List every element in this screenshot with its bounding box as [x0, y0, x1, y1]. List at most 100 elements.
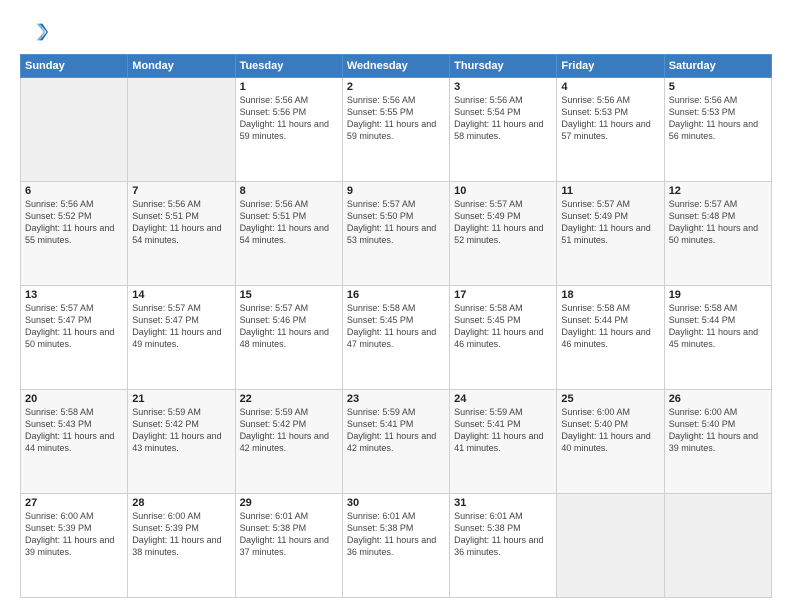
calendar-cell-17: 17Sunrise: 5:58 AMSunset: 5:45 PMDayligh…: [450, 286, 557, 390]
day-number: 7: [132, 185, 230, 197]
day-number: 28: [132, 497, 230, 509]
calendar-cell-empty: [557, 494, 664, 598]
weekday-header-thursday: Thursday: [450, 55, 557, 78]
day-info: Sunrise: 5:57 AMSunset: 5:50 PMDaylight:…: [347, 198, 445, 247]
calendar-week-3: 20Sunrise: 5:58 AMSunset: 5:43 PMDayligh…: [21, 390, 772, 494]
day-number: 29: [240, 497, 338, 509]
day-info: Sunrise: 5:57 AMSunset: 5:49 PMDaylight:…: [454, 198, 552, 247]
day-number: 27: [25, 497, 123, 509]
day-info: Sunrise: 6:01 AMSunset: 5:38 PMDaylight:…: [347, 510, 445, 559]
calendar-cell-30: 30Sunrise: 6:01 AMSunset: 5:38 PMDayligh…: [342, 494, 449, 598]
calendar-cell-15: 15Sunrise: 5:57 AMSunset: 5:46 PMDayligh…: [235, 286, 342, 390]
calendar-cell-12: 12Sunrise: 5:57 AMSunset: 5:48 PMDayligh…: [664, 182, 771, 286]
calendar-cell-21: 21Sunrise: 5:59 AMSunset: 5:42 PMDayligh…: [128, 390, 235, 494]
day-number: 10: [454, 185, 552, 197]
calendar-cell-24: 24Sunrise: 5:59 AMSunset: 5:41 PMDayligh…: [450, 390, 557, 494]
calendar-cell-5: 5Sunrise: 5:56 AMSunset: 5:53 PMDaylight…: [664, 78, 771, 182]
day-number: 3: [454, 81, 552, 93]
page: SundayMondayTuesdayWednesdayThursdayFrid…: [0, 0, 792, 612]
day-number: 16: [347, 289, 445, 301]
day-info: Sunrise: 5:56 AMSunset: 5:51 PMDaylight:…: [132, 198, 230, 247]
calendar-cell-empty: [664, 494, 771, 598]
day-info: Sunrise: 5:58 AMSunset: 5:44 PMDaylight:…: [669, 302, 767, 351]
day-info: Sunrise: 5:59 AMSunset: 5:42 PMDaylight:…: [240, 406, 338, 455]
calendar-cell-2: 2Sunrise: 5:56 AMSunset: 5:55 PMDaylight…: [342, 78, 449, 182]
day-info: Sunrise: 6:00 AMSunset: 5:39 PMDaylight:…: [25, 510, 123, 559]
day-info: Sunrise: 5:56 AMSunset: 5:52 PMDaylight:…: [25, 198, 123, 247]
logo-icon: [20, 18, 48, 46]
day-info: Sunrise: 6:01 AMSunset: 5:38 PMDaylight:…: [454, 510, 552, 559]
day-number: 2: [347, 81, 445, 93]
calendar-cell-empty: [21, 78, 128, 182]
calendar-cell-6: 6Sunrise: 5:56 AMSunset: 5:52 PMDaylight…: [21, 182, 128, 286]
calendar-cell-11: 11Sunrise: 5:57 AMSunset: 5:49 PMDayligh…: [557, 182, 664, 286]
day-number: 24: [454, 393, 552, 405]
calendar-cell-19: 19Sunrise: 5:58 AMSunset: 5:44 PMDayligh…: [664, 286, 771, 390]
day-number: 19: [669, 289, 767, 301]
day-info: Sunrise: 5:58 AMSunset: 5:43 PMDaylight:…: [25, 406, 123, 455]
day-number: 25: [561, 393, 659, 405]
weekday-header-monday: Monday: [128, 55, 235, 78]
day-info: Sunrise: 6:01 AMSunset: 5:38 PMDaylight:…: [240, 510, 338, 559]
day-number: 9: [347, 185, 445, 197]
day-number: 21: [132, 393, 230, 405]
day-info: Sunrise: 5:58 AMSunset: 5:44 PMDaylight:…: [561, 302, 659, 351]
calendar-cell-20: 20Sunrise: 5:58 AMSunset: 5:43 PMDayligh…: [21, 390, 128, 494]
day-number: 18: [561, 289, 659, 301]
logo: [20, 18, 52, 46]
day-number: 8: [240, 185, 338, 197]
weekday-header-sunday: Sunday: [21, 55, 128, 78]
calendar-cell-26: 26Sunrise: 6:00 AMSunset: 5:40 PMDayligh…: [664, 390, 771, 494]
day-number: 15: [240, 289, 338, 301]
day-info: Sunrise: 5:56 AMSunset: 5:51 PMDaylight:…: [240, 198, 338, 247]
day-number: 14: [132, 289, 230, 301]
calendar-cell-4: 4Sunrise: 5:56 AMSunset: 5:53 PMDaylight…: [557, 78, 664, 182]
day-number: 17: [454, 289, 552, 301]
day-number: 1: [240, 81, 338, 93]
weekday-header-row: SundayMondayTuesdayWednesdayThursdayFrid…: [21, 55, 772, 78]
weekday-header-saturday: Saturday: [664, 55, 771, 78]
calendar-cell-1: 1Sunrise: 5:56 AMSunset: 5:56 PMDaylight…: [235, 78, 342, 182]
day-number: 20: [25, 393, 123, 405]
day-info: Sunrise: 6:00 AMSunset: 5:40 PMDaylight:…: [669, 406, 767, 455]
day-info: Sunrise: 5:57 AMSunset: 5:48 PMDaylight:…: [669, 198, 767, 247]
day-info: Sunrise: 5:57 AMSunset: 5:47 PMDaylight:…: [132, 302, 230, 351]
calendar-cell-28: 28Sunrise: 6:00 AMSunset: 5:39 PMDayligh…: [128, 494, 235, 598]
calendar-cell-31: 31Sunrise: 6:01 AMSunset: 5:38 PMDayligh…: [450, 494, 557, 598]
calendar-cell-13: 13Sunrise: 5:57 AMSunset: 5:47 PMDayligh…: [21, 286, 128, 390]
day-number: 13: [25, 289, 123, 301]
day-number: 5: [669, 81, 767, 93]
day-number: 31: [454, 497, 552, 509]
calendar-cell-16: 16Sunrise: 5:58 AMSunset: 5:45 PMDayligh…: [342, 286, 449, 390]
day-info: Sunrise: 5:57 AMSunset: 5:49 PMDaylight:…: [561, 198, 659, 247]
day-number: 4: [561, 81, 659, 93]
day-number: 22: [240, 393, 338, 405]
day-number: 12: [669, 185, 767, 197]
calendar-cell-27: 27Sunrise: 6:00 AMSunset: 5:39 PMDayligh…: [21, 494, 128, 598]
calendar-cell-9: 9Sunrise: 5:57 AMSunset: 5:50 PMDaylight…: [342, 182, 449, 286]
day-info: Sunrise: 5:56 AMSunset: 5:56 PMDaylight:…: [240, 94, 338, 143]
calendar-cell-18: 18Sunrise: 5:58 AMSunset: 5:44 PMDayligh…: [557, 286, 664, 390]
day-number: 23: [347, 393, 445, 405]
calendar-cell-3: 3Sunrise: 5:56 AMSunset: 5:54 PMDaylight…: [450, 78, 557, 182]
calendar-cell-8: 8Sunrise: 5:56 AMSunset: 5:51 PMDaylight…: [235, 182, 342, 286]
day-info: Sunrise: 5:59 AMSunset: 5:41 PMDaylight:…: [347, 406, 445, 455]
weekday-header-tuesday: Tuesday: [235, 55, 342, 78]
weekday-header-wednesday: Wednesday: [342, 55, 449, 78]
day-number: 11: [561, 185, 659, 197]
day-number: 26: [669, 393, 767, 405]
day-info: Sunrise: 5:59 AMSunset: 5:41 PMDaylight:…: [454, 406, 552, 455]
day-info: Sunrise: 6:00 AMSunset: 5:40 PMDaylight:…: [561, 406, 659, 455]
weekday-header-friday: Friday: [557, 55, 664, 78]
calendar-cell-25: 25Sunrise: 6:00 AMSunset: 5:40 PMDayligh…: [557, 390, 664, 494]
day-info: Sunrise: 5:58 AMSunset: 5:45 PMDaylight:…: [347, 302, 445, 351]
day-number: 6: [25, 185, 123, 197]
day-info: Sunrise: 5:56 AMSunset: 5:54 PMDaylight:…: [454, 94, 552, 143]
calendar-cell-10: 10Sunrise: 5:57 AMSunset: 5:49 PMDayligh…: [450, 182, 557, 286]
calendar-week-4: 27Sunrise: 6:00 AMSunset: 5:39 PMDayligh…: [21, 494, 772, 598]
calendar: SundayMondayTuesdayWednesdayThursdayFrid…: [20, 54, 772, 598]
day-info: Sunrise: 6:00 AMSunset: 5:39 PMDaylight:…: [132, 510, 230, 559]
day-info: Sunrise: 5:56 AMSunset: 5:53 PMDaylight:…: [561, 94, 659, 143]
day-number: 30: [347, 497, 445, 509]
calendar-week-1: 6Sunrise: 5:56 AMSunset: 5:52 PMDaylight…: [21, 182, 772, 286]
